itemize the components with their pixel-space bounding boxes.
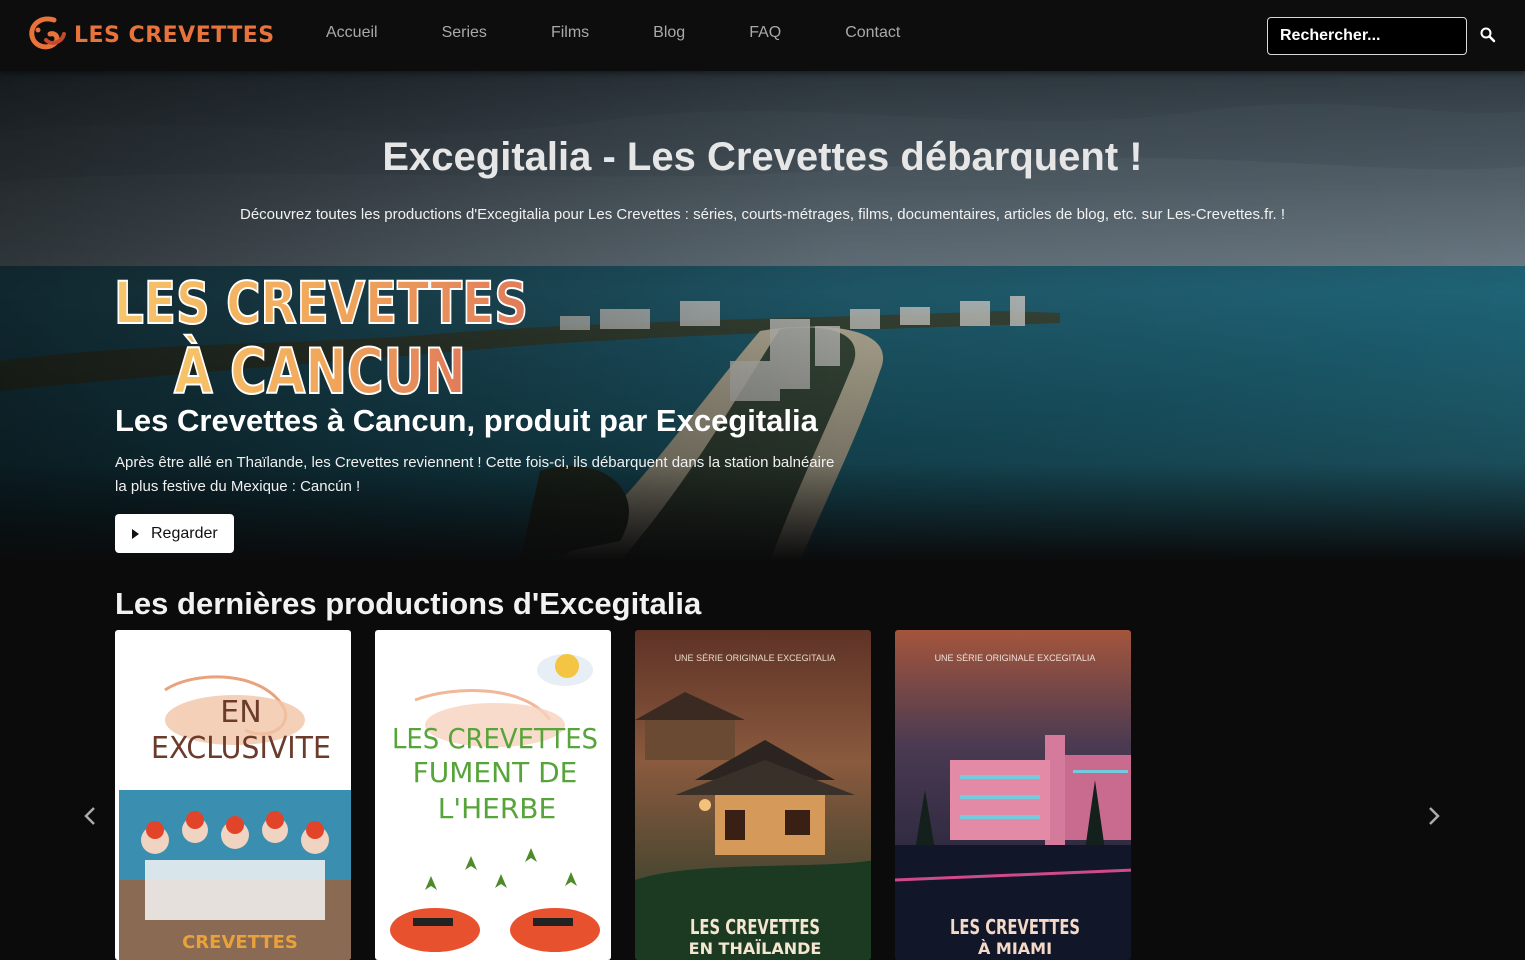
svg-text:À MIAMI: À MIAMI — [978, 939, 1052, 958]
nav-films[interactable]: Films — [551, 24, 589, 42]
hero-title: Excegitalia - Les Crevettes débarquent ! — [382, 135, 1143, 179]
carousel-prev-arrow-icon[interactable] — [80, 803, 100, 829]
watch-button[interactable]: Regarder — [115, 514, 234, 553]
svg-text:EXCLUSIVITE: EXCLUSIVITE — [151, 731, 331, 766]
svg-text:À CANCUN: À CANCUN — [174, 335, 466, 401]
search-icon[interactable] — [1479, 26, 1497, 44]
hero-subtitle: Découvrez toutes les productions d'Exceg… — [240, 206, 1285, 223]
production-card[interactable]: LES CREVETTES FUMENT DE L'HERBE — [375, 630, 611, 960]
nav-faq[interactable]: FAQ — [749, 24, 781, 42]
hero-banner: Excegitalia - Les Crevettes débarquent !… — [0, 71, 1525, 561]
svg-text:L'HERBE: L'HERBE — [438, 792, 556, 825]
poster-a-miami: UNE SÉRIE ORIGINALE EXCEGITALIA LES CREV… — [895, 630, 1131, 960]
featured-description: Après être allé en Thaïlande, les Crevet… — [115, 454, 835, 495]
poster-exclusivite: EN EXCLUSIVITE CREVETTES — [115, 630, 351, 960]
svg-text:LES CREVETTES: LES CREVETTES — [114, 271, 528, 337]
play-icon — [132, 528, 139, 539]
svg-text:UNE SÉRIE ORIGINALE EXCEGITALI: UNE SÉRIE ORIGINALE EXCEGITALIA — [675, 653, 836, 663]
featured-title-logo: LES CREVETTES À CANCUN — [113, 271, 529, 401]
site-logo[interactable]: LES CREVETTES — [24, 12, 275, 58]
search-input[interactable] — [1267, 17, 1467, 55]
production-card[interactable]: EN EXCLUSIVITE CREVETTES — [115, 630, 351, 960]
section-title: Les dernières productions d'Excegitalia — [115, 586, 702, 621]
svg-text:EN THAÏLANDE: EN THAÏLANDE — [689, 939, 822, 958]
svg-text:EN: EN — [220, 695, 261, 730]
nav-blog[interactable]: Blog — [653, 24, 685, 42]
svg-text:LES CREVETTES: LES CREVETTES — [392, 722, 598, 755]
svg-text:LES CREVETTES: LES CREVETTES — [690, 915, 820, 939]
productions-carousel: EN EXCLUSIVITE CREVETTES LES CREVETTES F… — [115, 630, 1155, 960]
poster-fument-de-lherbe: LES CREVETTES FUMENT DE L'HERBE — [375, 630, 611, 960]
svg-text:FUMENT DE: FUMENT DE — [413, 756, 578, 789]
svg-text:LES CREVETTES: LES CREVETTES — [950, 915, 1080, 939]
shrimp-logo-icon — [29, 16, 66, 50]
carousel-next-arrow-icon[interactable] — [1424, 803, 1444, 829]
featured-title: Les Crevettes à Cancun, produit par Exce… — [115, 403, 818, 438]
nav-contact[interactable]: Contact — [845, 24, 900, 42]
svg-text:UNE SÉRIE ORIGINALE EXCEGITALI: UNE SÉRIE ORIGINALE EXCEGITALIA — [935, 653, 1096, 663]
main-menu: Accueil Series Films Blog FAQ Contact — [326, 24, 964, 42]
nav-series[interactable]: Series — [442, 24, 487, 42]
top-navbar: LES CREVETTES Accueil Series Films Blog … — [0, 0, 1525, 71]
poster-en-thailande: UNE SÉRIE ORIGINALE EXCEGITALIA LES CREV… — [635, 630, 871, 960]
watch-button-label: Regarder — [151, 524, 218, 542]
production-card[interactable]: UNE SÉRIE ORIGINALE EXCEGITALIA LES CREV… — [635, 630, 871, 960]
svg-text:CREVETTES: CREVETTES — [182, 932, 298, 953]
nav-accueil[interactable]: Accueil — [326, 24, 378, 42]
logo-text: LES CREVETTES — [74, 22, 275, 48]
production-card[interactable]: UNE SÉRIE ORIGINALE EXCEGITALIA LES CREV… — [895, 630, 1131, 960]
